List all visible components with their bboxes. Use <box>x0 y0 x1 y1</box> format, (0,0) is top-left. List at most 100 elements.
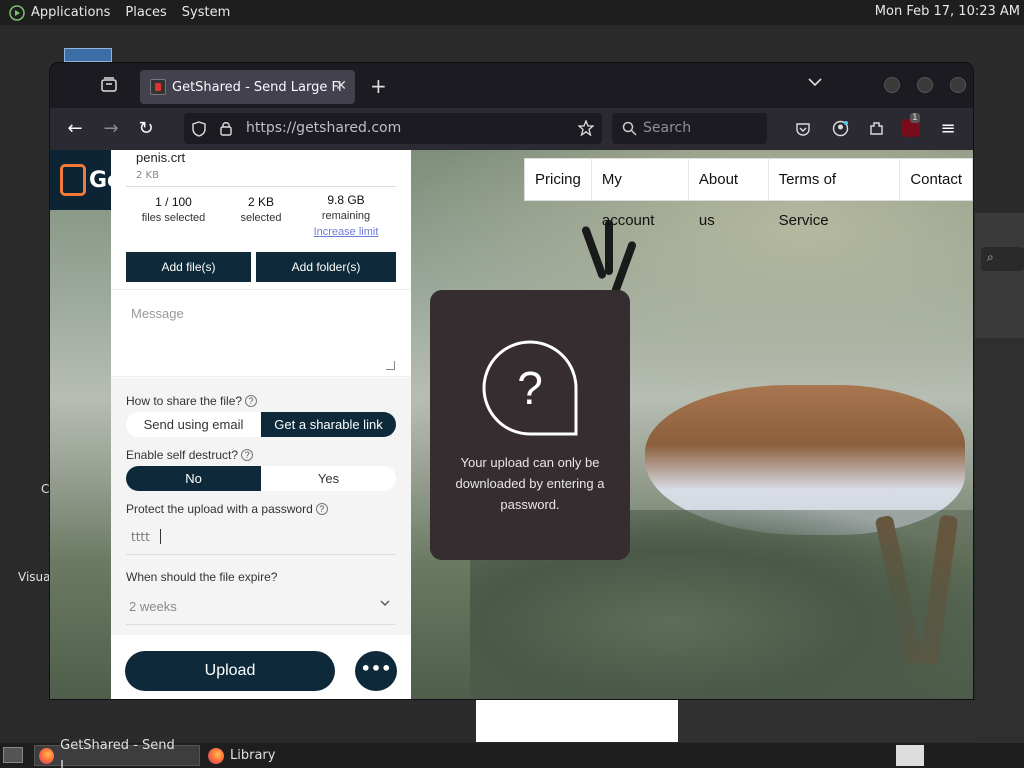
info-text: Your upload can only be downloaded by en… <box>455 455 605 512</box>
help-icon[interactable]: ? <box>241 449 254 461</box>
upload-panel: penis.crt 2 KB 1 / 100 files selected 2 … <box>111 150 411 699</box>
stat-label: files selected <box>141 212 206 224</box>
taskbar-item-label: GetShared - Send L... <box>60 737 175 768</box>
clock[interactable]: Mon Feb 17, 10:23 AM <box>875 4 1020 19</box>
help-icon[interactable]: ? <box>315 503 328 515</box>
more-options-button[interactable]: ••• <box>355 651 397 691</box>
shield-icon[interactable] <box>192 121 206 137</box>
url-text[interactable]: https://getshared.com <box>246 120 401 136</box>
size-selected-stat: 2 KB selected <box>226 194 296 226</box>
page-content: Ge Pricing My account About us Terms of … <box>50 150 973 699</box>
self-destruct-no[interactable]: No <box>126 466 261 491</box>
remaining-stat: 9.8 GB remaining Increase limit <box>306 192 386 240</box>
send-email-option[interactable]: Send using email <box>126 412 261 437</box>
bookmark-star-icon[interactable] <box>578 120 594 136</box>
search-placeholder: Search <box>643 120 692 136</box>
extensions-icon[interactable] <box>868 120 885 137</box>
self-destruct-toggle: No Yes <box>126 466 396 491</box>
bottom-panel: GetShared - Send L... Library <box>0 738 1024 768</box>
window-controls <box>884 77 966 93</box>
stat-label: remaining <box>321 210 371 222</box>
question-bubble-icon: ? <box>482 340 578 436</box>
self-destruct-yes[interactable]: Yes <box>261 466 396 491</box>
message-placeholder: Message <box>131 306 184 321</box>
share-method-toggle: Send using email Get a sharable link <box>126 412 396 437</box>
nav-pricing[interactable]: Pricing <box>525 159 592 200</box>
expire-label: When should the file expire? <box>126 570 278 584</box>
tab-getshared[interactable]: GetShared - Send Large Files ✕ <box>140 70 355 104</box>
increase-limit-link[interactable]: Increase limit <box>314 226 379 238</box>
message-textarea[interactable]: Message <box>111 289 411 377</box>
svg-text:?: ? <box>517 362 543 414</box>
stat-label: selected <box>240 212 282 224</box>
password-text: Protect the upload with a password <box>126 502 313 516</box>
stat-value: 9.8 GB <box>327 193 365 207</box>
files-selected-stat: 1 / 100 files selected <box>136 194 211 226</box>
expire-select[interactable]: 2 weeks <box>126 591 396 625</box>
password-label: Protect the upload with a password? <box>126 502 328 516</box>
chevron-down-icon[interactable] <box>808 77 822 87</box>
show-desktop-button[interactable] <box>3 747 23 763</box>
help-icon[interactable]: ? <box>245 395 258 407</box>
search-bar[interactable]: Search <box>612 113 767 144</box>
navigation-toolbar: ← → ↻ https://getshared.com Search 1 ≡ <box>50 108 973 150</box>
resize-grip-icon[interactable] <box>386 361 395 370</box>
add-folder-button[interactable]: Add folder(s) <box>256 252 396 282</box>
background-window <box>975 338 1024 743</box>
share-method-text: How to share the file? <box>126 394 243 408</box>
nav-contact[interactable]: Contact <box>900 159 972 200</box>
upload-footer: Upload ••• <box>111 635 411 699</box>
search-icon: ⌕ <box>981 247 1024 271</box>
places-menu[interactable]: Places <box>125 5 166 20</box>
password-info-card: ? Your upload can only be downloaded by … <box>430 290 630 560</box>
desktop-label[interactable]: C <box>41 482 49 496</box>
password-value: tttt <box>131 530 150 544</box>
firefox-icon <box>208 747 224 764</box>
text-caret <box>160 529 161 544</box>
address-bar[interactable]: https://getshared.com <box>184 113 602 144</box>
tab-manager-icon[interactable] <box>100 76 118 94</box>
forward-arrow-icon[interactable]: → <box>101 119 121 139</box>
desktop-label[interactable]: Visua <box>18 570 51 584</box>
background-window <box>476 700 678 742</box>
stat-value: 1 / 100 <box>155 195 192 209</box>
firefox-icon <box>39 747 55 764</box>
close-tab-icon[interactable]: ✕ <box>335 78 347 94</box>
close-window-button[interactable] <box>950 77 966 93</box>
tab-title: GetShared - Send Large Files <box>172 79 342 95</box>
ublock-origin-icon[interactable]: 1 <box>902 113 920 137</box>
desktop-icon[interactable] <box>64 48 112 62</box>
taskbar-item-library[interactable]: Library <box>204 745 304 766</box>
new-tab-button[interactable]: + <box>370 74 387 98</box>
minimize-button[interactable] <box>884 77 900 93</box>
tray-firefox[interactable] <box>896 745 924 766</box>
hamburger-menu-icon[interactable]: ≡ <box>938 119 958 139</box>
taskbar-item-label: Library <box>230 748 276 763</box>
upload-button[interactable]: Upload <box>125 651 335 691</box>
tab-bar: GetShared - Send Large Files ✕ + <box>50 63 973 108</box>
reload-icon[interactable]: ↻ <box>136 119 156 139</box>
background-window: ⌕ <box>975 213 1024 338</box>
system-menu[interactable]: System <box>182 5 230 20</box>
maximize-button[interactable] <box>917 77 933 93</box>
back-arrow-icon[interactable]: ← <box>65 119 85 139</box>
password-field[interactable]: tttt <box>126 521 396 555</box>
getshared-favicon-icon <box>150 79 166 95</box>
top-panel: Applications Places System Mon Feb 17, 1… <box>0 0 1024 25</box>
nav-my-account[interactable]: My account <box>592 159 689 229</box>
getshared-logo-icon <box>60 164 86 196</box>
self-destruct-label: Enable self destruct?? <box>126 448 254 462</box>
sharable-link-option[interactable]: Get a sharable link <box>261 412 396 437</box>
add-files-button[interactable]: Add file(s) <box>126 252 251 282</box>
applications-menu[interactable]: Applications <box>31 5 110 20</box>
pocket-icon[interactable] <box>795 121 811 137</box>
nav-about-us[interactable]: About us <box>689 159 769 229</box>
account-icon[interactable] <box>832 120 849 137</box>
divider <box>126 186 396 187</box>
taskbar-item-getshared[interactable]: GetShared - Send L... <box>34 738 200 768</box>
site-logo[interactable]: Ge <box>50 150 122 210</box>
search-icon <box>622 121 637 136</box>
lock-icon[interactable] <box>220 121 232 136</box>
file-name: penis.crt <box>136 150 186 165</box>
nav-terms-of-service[interactable]: Terms of Service <box>769 159 901 229</box>
